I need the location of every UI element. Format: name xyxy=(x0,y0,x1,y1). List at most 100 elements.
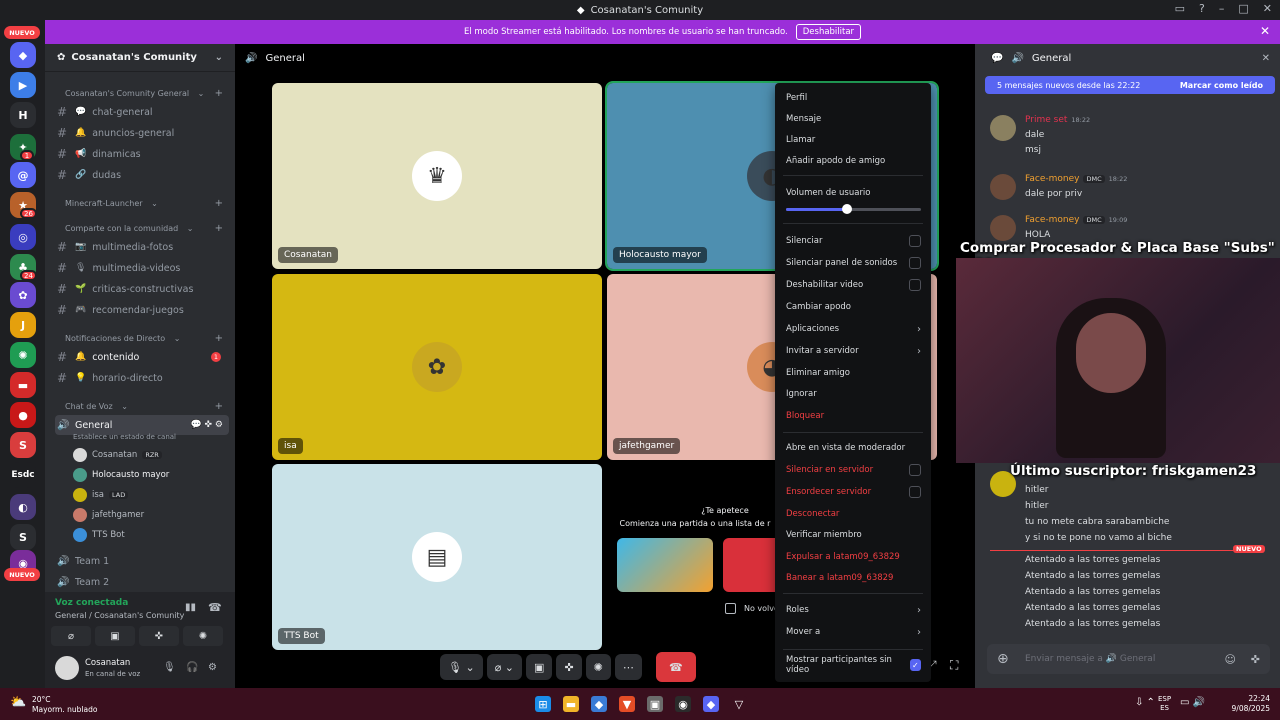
more-button[interactable]: ⋯ xyxy=(614,654,642,680)
channel-dudas[interactable]: # 🔗 dudas xyxy=(55,166,229,184)
help-icon[interactable]: ? xyxy=(1199,2,1205,15)
add-channel-icon[interactable]: + xyxy=(215,401,223,412)
leave-call-button[interactable]: ☎ xyxy=(655,652,696,682)
channel-recomendar-juegos[interactable]: # 🎮 recomendar-juegos xyxy=(55,301,229,319)
server-icon-16[interactable]: S xyxy=(10,524,36,550)
menu-item[interactable]: Perfil xyxy=(786,90,921,106)
checkbox-icon[interactable]: ✓ xyxy=(909,659,921,671)
settings-icon[interactable]: ⚙ xyxy=(208,662,217,673)
close-window-button[interactable]: ✕ xyxy=(1263,2,1272,15)
emoji-icon[interactable]: ☺ xyxy=(1225,653,1236,666)
server-icon-14[interactable]: Esdc xyxy=(10,462,36,488)
maximize-button[interactable]: □ xyxy=(1238,2,1248,15)
add-channel-icon[interactable]: + xyxy=(215,198,223,209)
category-4[interactable]: Chat de Voz ⌄ + xyxy=(65,401,235,412)
voice-channel-status[interactable]: Establece un estado de canal xyxy=(73,433,176,441)
fullscreen-icon[interactable]: ⛶ xyxy=(950,658,958,673)
menu-item[interactable]: Abre en vista de moderador xyxy=(786,440,921,456)
voice-user[interactable]: Holocausto mayor xyxy=(73,467,169,483)
category-0[interactable]: Cosanatan's Comunity General ⌄ + xyxy=(65,88,235,99)
file-explorer-icon[interactable]: ▬ xyxy=(563,696,579,712)
mark-read-button[interactable]: Marcar como leído xyxy=(1180,81,1263,90)
brave-icon[interactable]: ▼ xyxy=(619,696,635,712)
server-icon-8[interactable]: ✿ xyxy=(10,282,36,308)
video-tile[interactable]: ▤ TTS Bot xyxy=(272,464,602,650)
channel-multimedia-fotos[interactable]: # 📷 multimedia-fotos xyxy=(55,238,229,256)
voice-user[interactable]: Cosanatan RZR xyxy=(73,447,162,463)
discord-taskbar-icon[interactable]: ◆ xyxy=(703,696,719,712)
channel-criticas-constructivas[interactable]: # 🌱 criticas-constructivas xyxy=(55,280,229,298)
headphones-icon[interactable]: 🎧 xyxy=(186,662,198,673)
camera-toggle-button[interactable]: ⌀ xyxy=(51,626,91,646)
menu-item[interactable]: Invitar a servidor › xyxy=(786,343,921,359)
voice-user[interactable]: isa LAD xyxy=(73,487,129,503)
server-icon-6[interactable]: ◎ xyxy=(10,224,36,250)
menu-item[interactable]: Verificar miembro xyxy=(786,527,921,543)
voice-channel-actions[interactable]: 💬 ✜ ⚙ xyxy=(190,420,223,430)
add-channel-icon[interactable]: + xyxy=(215,88,223,99)
checkbox-icon[interactable] xyxy=(909,486,921,498)
channel-multimedia-videos[interactable]: # 🎙 multimedia-videos xyxy=(55,259,229,277)
screen-share-button[interactable]: ▣ xyxy=(95,626,135,646)
close-chat-icon[interactable]: ✕ xyxy=(1262,53,1270,64)
channel-chat-general[interactable]: # 💬 chat-general xyxy=(55,103,229,121)
menu-item[interactable]: Mover a › xyxy=(786,624,921,640)
category-3[interactable]: Notificaciones de Directo ⌄ + xyxy=(65,333,235,344)
menu-item[interactable]: Volumen de usuario xyxy=(786,185,921,201)
menu-item[interactable]: Silenciar panel de sonidos xyxy=(786,255,921,271)
voice-channel-0[interactable]: 🔊 Team 1 xyxy=(55,552,229,570)
menu-item[interactable]: Expulsar a latam09_63829 xyxy=(786,549,921,565)
server-icon-12[interactable]: ● xyxy=(10,402,36,428)
menu-item[interactable]: Llamar xyxy=(786,132,921,148)
voice-user[interactable]: TTS Bot xyxy=(73,527,125,543)
activities-button[interactable]: ✜ xyxy=(556,654,582,680)
channel-horario-directo[interactable]: # 💡 horario-directo xyxy=(55,369,229,387)
menu-item[interactable]: Silenciar en servidor xyxy=(786,462,921,478)
voice-connected-status[interactable]: Voz conectada xyxy=(55,598,128,608)
channel-contenido[interactable]: # 🔔 contenido 1 xyxy=(55,348,229,366)
menu-item[interactable]: Cambiar apodo xyxy=(786,299,921,315)
gamepad-icon[interactable]: ✜ xyxy=(1251,653,1260,666)
message-author[interactable]: Face-money xyxy=(1025,215,1079,225)
checkbox-icon[interactable] xyxy=(909,464,921,476)
server-icon-11[interactable]: ▬ xyxy=(10,372,36,398)
voice-signal-icon[interactable]: ▮▮ xyxy=(185,602,196,613)
checkbox-icon[interactable] xyxy=(909,235,921,247)
menu-item[interactable]: Desconectar xyxy=(786,506,921,522)
server-icon-0[interactable]: ◆ xyxy=(10,42,36,68)
message-author[interactable]: Face-money xyxy=(1025,174,1079,184)
disable-streamer-button[interactable]: Deshabilitar xyxy=(795,24,862,40)
soundboard-button[interactable]: ✺ xyxy=(183,626,223,646)
mic-toggle-button[interactable]: 🎙 ⌄ xyxy=(440,654,483,680)
category-1[interactable]: Minecraft-Launcher ⌄ + xyxy=(65,198,235,209)
voice-channel-general[interactable]: 🔊 General 💬 ✜ ⚙ xyxy=(55,415,229,435)
menu-item[interactable]: Ensordecer servidor xyxy=(786,484,921,500)
menu-item[interactable]: Roles › xyxy=(786,602,921,618)
close-banner-icon[interactable]: ✕ xyxy=(1260,24,1270,38)
channel-dinamicas[interactable]: # 📢 dinamicas xyxy=(55,145,229,163)
no-show-again[interactable]: No volve xyxy=(725,603,779,614)
soundboard-button[interactable]: ✺ xyxy=(585,654,611,680)
disconnect-icon[interactable]: ☎ xyxy=(208,601,222,614)
message-avatar[interactable] xyxy=(990,115,1016,141)
server-icon-4[interactable]: @ xyxy=(10,162,36,188)
activity-button[interactable]: ✜ xyxy=(139,626,179,646)
weather-icon[interactable]: ⛅ xyxy=(10,695,26,710)
volume-knob[interactable] xyxy=(841,204,852,214)
category-2[interactable]: Comparte con la comunidad ⌄ + xyxy=(65,223,235,234)
vpn-icon[interactable]: ▽ xyxy=(731,696,747,712)
app-icon[interactable]: ◆ xyxy=(591,696,607,712)
network-volume-icons[interactable]: ▭ 🔊 xyxy=(1180,697,1205,708)
add-channel-icon[interactable]: + xyxy=(215,333,223,344)
server-icon-15[interactable]: ◐ xyxy=(10,494,36,520)
add-channel-icon[interactable]: + xyxy=(215,223,223,234)
user-avatar[interactable] xyxy=(55,656,79,680)
plus-icon[interactable]: ⊕ xyxy=(997,651,1009,667)
voice-user[interactable]: jafethgamer xyxy=(73,507,144,523)
user-volume-slider[interactable] xyxy=(786,204,921,214)
editor-icon[interactable]: ▣ xyxy=(647,696,663,712)
mic-icon[interactable]: 🎙 xyxy=(163,662,176,673)
video-tile[interactable]: ♛ Cosanatan xyxy=(272,83,602,269)
message-avatar[interactable] xyxy=(990,174,1016,200)
camera-button[interactable]: ⌀ ⌄ xyxy=(486,654,523,680)
